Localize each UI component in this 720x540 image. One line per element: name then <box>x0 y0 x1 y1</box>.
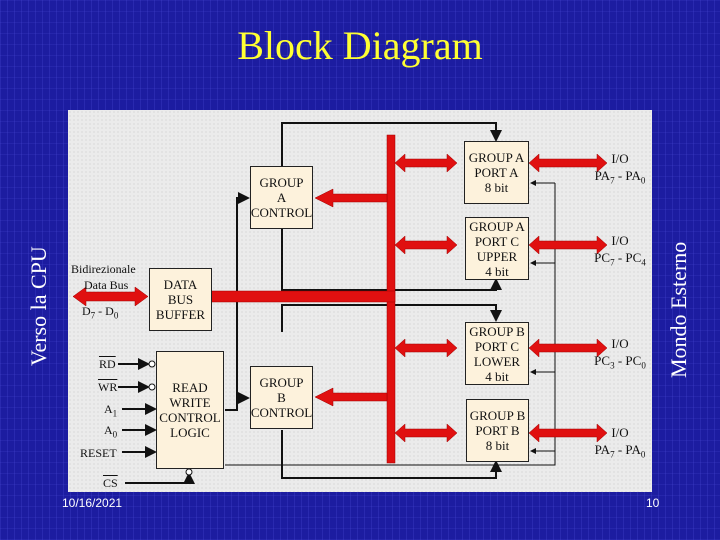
group-a-control-block: GROUP A CONTROL <box>250 166 313 229</box>
data-bus-range-label: D7 - D0 <box>82 304 119 321</box>
cs-label: CS <box>103 476 118 490</box>
wr-inversion-bubble <box>148 383 156 391</box>
data-bus-buffer-block: DATA BUS BUFFER <box>149 268 212 331</box>
wire-cs <box>125 472 195 484</box>
wire-rw-to-group-a <box>225 192 250 411</box>
reset-label: RESET <box>80 446 117 460</box>
bus-arrow-port-a <box>394 153 458 173</box>
rd-label: RD <box>99 357 116 371</box>
port-c-upper-block: GROUP A PORT C UPPER 4 bit <box>465 217 529 280</box>
bus-arrow-to-group-a-control <box>314 188 388 208</box>
io-label-port-c-lower: I/O PC3 - PC0 <box>594 336 646 371</box>
a1-label: A1 <box>104 402 118 419</box>
bus-arrow-port-c-lower <box>394 338 458 358</box>
group-b-control-block: GROUP B CONTROL <box>250 366 313 429</box>
wr-label: WR <box>98 380 118 394</box>
slide-page-number: 10 <box>646 496 660 510</box>
cs-inversion-bubble <box>185 468 193 476</box>
a0-label: A0 <box>104 423 118 440</box>
data-bus-label-line2: Data Bus <box>84 278 129 292</box>
io-label-port-a: I/O PA7 - PA0 <box>594 151 646 186</box>
slide-date: 10/16/2021 <box>62 496 123 510</box>
io-label-port-b: I/O PA7 - PA0 <box>594 425 646 460</box>
io-label-port-c-upper: I/O PC7 - PC4 <box>594 233 646 268</box>
port-a-block: GROUP A PORT A 8 bit <box>464 141 529 204</box>
bus-arrow-port-b <box>394 423 458 443</box>
port-c-lower-block: GROUP B PORT C LOWER 4 bit <box>465 322 529 385</box>
port-b-block: GROUP B PORT B 8 bit <box>466 399 529 462</box>
data-bus-label-line1: Bidirezionale <box>71 262 136 276</box>
bus-arrow-port-c-upper <box>394 235 458 255</box>
bus-arrow-to-group-b-control <box>314 387 388 407</box>
rd-inversion-bubble <box>148 360 156 368</box>
read-write-control-block: READ WRITE CONTROL LOGIC <box>156 351 224 469</box>
